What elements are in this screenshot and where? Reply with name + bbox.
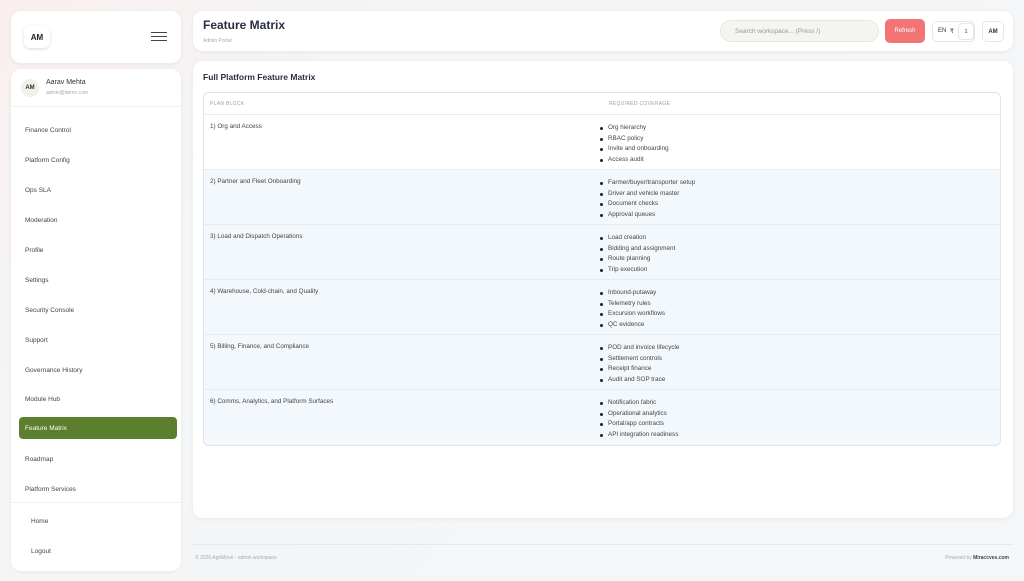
sidebar: AM Aarav Mehta admin@demo.com Finance Co… (11, 69, 181, 571)
list-item: Route planning (600, 254, 675, 265)
user-name: Aarav Mehta (46, 79, 86, 86)
list-item: Notification fabric (600, 398, 678, 409)
list-item: Org hierarchy (600, 123, 669, 134)
sidebar-item-module-hub[interactable]: Module Hub (19, 388, 177, 410)
list-item: Portal/app contracts (600, 419, 678, 430)
list-item: Driver and vehicle master (600, 189, 695, 200)
sidebar-item-security-console[interactable]: Security Console (19, 299, 177, 321)
coverage-list: Notification fabric Operational analytic… (600, 398, 678, 440)
plan-block-cell: 4) Warehouse, Cold-chain, and Quality (210, 288, 319, 295)
list-item: Audit and SOP trace (600, 375, 679, 386)
brand-logo[interactable]: AM (24, 26, 50, 48)
sidebar-item-platform-config[interactable]: Platform Config (19, 149, 177, 171)
plan-block-cell: 5) Billing, Finance, and Compliance (210, 343, 310, 350)
sidebar-item-platform-services[interactable]: Platform Services (19, 478, 177, 500)
section-title: Full Platform Feature Matrix (203, 72, 316, 82)
avatar: AM (21, 79, 39, 97)
list-item: Access audit (600, 155, 669, 166)
sidebar-item-home[interactable]: Home (19, 510, 177, 532)
list-item: Excursion workflows (600, 309, 665, 320)
plan-block-cell: 6) Comms, Analytics, and Platform Surfac… (210, 398, 334, 405)
sidebar-item-governance-history[interactable]: Governance History (19, 359, 177, 381)
list-item: Trip execution (600, 265, 675, 276)
list-item: Bidding and assignment (600, 244, 675, 255)
sidebar-item-logout[interactable]: Logout (19, 540, 177, 562)
column-header-required-coverage: REQUIRED COVERAGE (609, 101, 671, 107)
coverage-list: Inbound-putaway Telemetry rules Excursio… (600, 288, 665, 330)
feature-matrix-table: PLAN BLOCK REQUIRED COVERAGE 1) Org and … (203, 92, 1001, 446)
list-item: Approval queues (600, 210, 695, 221)
coverage-list: POD and invoice lifecycle Settlement con… (600, 343, 679, 385)
sidebar-item-feature-matrix[interactable]: Feature Matrix (19, 417, 177, 439)
list-item: POD and invoice lifecycle (600, 343, 679, 354)
menu-toggle-icon[interactable] (151, 32, 167, 42)
table-row: 4) Warehouse, Cold-chain, and Quality In… (204, 280, 1000, 335)
brand-card: AM (11, 11, 181, 63)
list-item: Invite and onboarding (600, 144, 669, 155)
table-row: 1) Org and Access Org hierarchy RBAC pol… (204, 115, 1000, 170)
table-header: PLAN BLOCK REQUIRED COVERAGE (204, 93, 1000, 115)
notification-badge[interactable]: 1 (958, 23, 974, 40)
plan-block-cell: 3) Load and Dispatch Operations (210, 233, 303, 240)
list-item: Settlement controls (600, 354, 679, 365)
plan-block-cell: 1) Org and Access (210, 123, 262, 130)
sidebar-item-settings[interactable]: Settings (19, 269, 177, 291)
user-profile-block[interactable]: AM Aarav Mehta admin@demo.com (11, 69, 181, 107)
sidebar-item-finance-control[interactable]: Finance Control (19, 119, 177, 141)
list-item: Document checks (600, 199, 695, 210)
list-item: Receipt finance (600, 364, 679, 375)
coverage-list: Load creation Bidding and assignment Rou… (600, 233, 675, 275)
top-header: Feature Matrix Admin Portal Refresh EN ₹… (193, 11, 1013, 51)
list-item: Inbound-putaway (600, 288, 665, 299)
user-email: admin@demo.com (46, 90, 89, 96)
footer-powered-by: Powered by Miraccves.com (945, 555, 1009, 561)
list-item: Telemetry rules (600, 299, 665, 310)
page-subtitle: Admin Portal (203, 38, 232, 44)
powered-by-link[interactable]: Miraccves.com (973, 555, 1009, 561)
refresh-button[interactable]: Refresh (885, 19, 925, 43)
plan-block-cell: 2) Partner and Fleet Onboarding (210, 178, 301, 185)
page-footer: © 2026 AgriMove · admin workspace Powere… (193, 544, 1013, 572)
list-item: Farmer/buyer/transporter setup (600, 178, 695, 189)
list-item: QC evidence (600, 320, 665, 331)
sidebar-divider (11, 502, 181, 503)
table-row: 6) Comms, Analytics, and Platform Surfac… (204, 390, 1000, 445)
sidebar-item-moderation[interactable]: Moderation (19, 209, 177, 231)
footer-copyright: © 2026 AgriMove · admin workspace (195, 555, 277, 561)
sidebar-item-ops-sla[interactable]: Ops SLA (19, 179, 177, 201)
page-title: Feature Matrix (203, 18, 286, 32)
list-item: RBAC policy (600, 134, 669, 145)
table-row: 3) Load and Dispatch Operations Load cre… (204, 225, 1000, 280)
list-item: Operational analytics (600, 409, 678, 420)
coverage-list: Farmer/buyer/transporter setup Driver an… (600, 178, 695, 220)
sidebar-item-roadmap[interactable]: Roadmap (19, 448, 177, 470)
powered-by-label: Powered by (945, 555, 972, 561)
search-input[interactable] (720, 20, 879, 42)
list-item: API integration readiness (600, 430, 678, 441)
sidebar-item-profile[interactable]: Profile (19, 239, 177, 261)
table-row: 2) Partner and Fleet Onboarding Farmer/b… (204, 170, 1000, 225)
locale-group: EN ₹ 1 (932, 21, 975, 42)
feature-matrix-card: Full Platform Feature Matrix PLAN BLOCK … (193, 61, 1013, 518)
user-menu-avatar[interactable]: AM (982, 21, 1004, 42)
column-header-plan-block: PLAN BLOCK (210, 101, 245, 107)
sidebar-item-support[interactable]: Support (19, 329, 177, 351)
language-selector[interactable]: EN (938, 28, 946, 34)
currency-selector[interactable]: ₹ (950, 28, 954, 35)
list-item: Load creation (600, 233, 675, 244)
coverage-list: Org hierarchy RBAC policy Invite and onb… (600, 123, 669, 165)
table-row: 5) Billing, Finance, and Compliance POD … (204, 335, 1000, 390)
